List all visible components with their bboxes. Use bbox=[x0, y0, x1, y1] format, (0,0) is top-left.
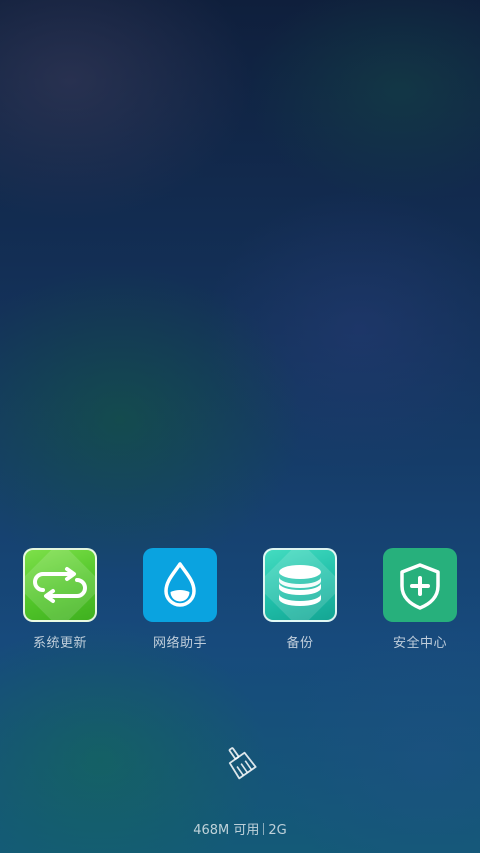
water-drop-icon bbox=[164, 562, 196, 607]
network-assistant-app-icon[interactable] bbox=[143, 548, 217, 622]
app-security-center[interactable]: 安全中心 bbox=[365, 548, 475, 658]
memory-status: 468M 可用 2G bbox=[0, 819, 480, 838]
database-stack-icon bbox=[279, 565, 321, 606]
security-center-app-icon[interactable] bbox=[383, 548, 457, 622]
app-network-assistant[interactable]: 网络助手 bbox=[125, 548, 235, 658]
app-system-update[interactable]: 系统更新 bbox=[5, 548, 115, 658]
app-label: 系统更新 bbox=[32, 636, 87, 651]
memory-available: 468M 可用 bbox=[193, 823, 260, 838]
system-update-app-icon[interactable] bbox=[23, 548, 97, 622]
app-label: 备份 bbox=[286, 636, 314, 651]
sync-icon bbox=[33, 567, 87, 603]
memory-cleaner-button[interactable] bbox=[222, 744, 258, 780]
backup-app-icon[interactable] bbox=[263, 548, 337, 622]
app-label: 安全中心 bbox=[392, 636, 447, 651]
app-label: 网络助手 bbox=[152, 636, 207, 651]
shield-plus-icon bbox=[400, 563, 440, 610]
app-backup[interactable]: 备份 bbox=[245, 548, 355, 658]
divider bbox=[263, 823, 265, 835]
app-row: 系统更新 网络助手 备份 安全中心 bbox=[0, 548, 480, 658]
memory-total: 2G bbox=[268, 823, 287, 838]
broom-icon bbox=[228, 747, 257, 780]
